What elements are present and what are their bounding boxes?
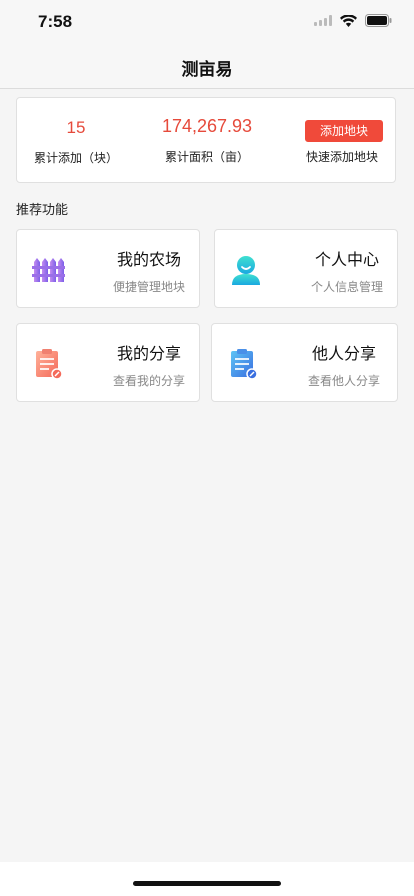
feature-subtitle: 查看他人分享 xyxy=(307,374,380,388)
feature-title: 我的农场 xyxy=(116,250,181,269)
quick-add-label[interactable]: 快速添加地块 xyxy=(306,148,378,165)
clipboard-edit-icon xyxy=(231,349,258,380)
feature-title: 我的分享 xyxy=(116,344,181,363)
fence-icon xyxy=(32,258,65,282)
added-count-value: 15 xyxy=(66,118,86,137)
bottom-safe-area xyxy=(0,862,414,896)
page-title: 测亩易 xyxy=(181,60,233,80)
feature-card-my-farm[interactable]: 我的农场 便捷管理地块 xyxy=(16,229,200,308)
feature-subtitle: 查看我的分享 xyxy=(112,374,185,388)
summary-card: 15 累计添加（块） 174,267.93 累计面积（亩） 添加地块 快速添加地… xyxy=(16,97,396,183)
user-icon xyxy=(232,256,260,285)
status-icons xyxy=(314,14,392,27)
feature-title: 个人中心 xyxy=(314,250,379,269)
added-count-label: 累计添加（块） xyxy=(33,151,118,165)
feature-card-personal-center[interactable]: 个人中心 个人信息管理 xyxy=(214,229,398,308)
clipboard-edit-icon xyxy=(36,349,63,380)
feature-subtitle: 个人信息管理 xyxy=(310,280,383,294)
add-plot-button[interactable]: 添加地块 xyxy=(305,120,383,142)
signal-icon xyxy=(314,15,332,26)
section-title: 推荐功能 xyxy=(16,203,69,218)
battery-icon xyxy=(365,14,392,27)
feature-card-others-share[interactable]: 他人分享 查看他人分享 xyxy=(211,323,398,402)
home-indicator[interactable] xyxy=(133,881,281,886)
status-bar: 7:58 xyxy=(0,0,414,44)
feature-subtitle: 便捷管理地块 xyxy=(112,280,185,294)
nav-bar: 测亩易 xyxy=(0,44,414,89)
stat-area: 174,267.93 累计面积（亩） xyxy=(152,116,262,165)
wifi-icon xyxy=(340,14,357,27)
status-time: 7:58 xyxy=(38,12,73,31)
feature-card-my-share[interactable]: 我的分享 查看我的分享 xyxy=(16,323,200,402)
feature-title: 他人分享 xyxy=(311,344,376,363)
stat-added: 15 累计添加（块） xyxy=(31,118,121,166)
total-area-label: 累计面积（亩） xyxy=(164,150,249,164)
total-area-value: 174,267.93 xyxy=(161,116,253,136)
